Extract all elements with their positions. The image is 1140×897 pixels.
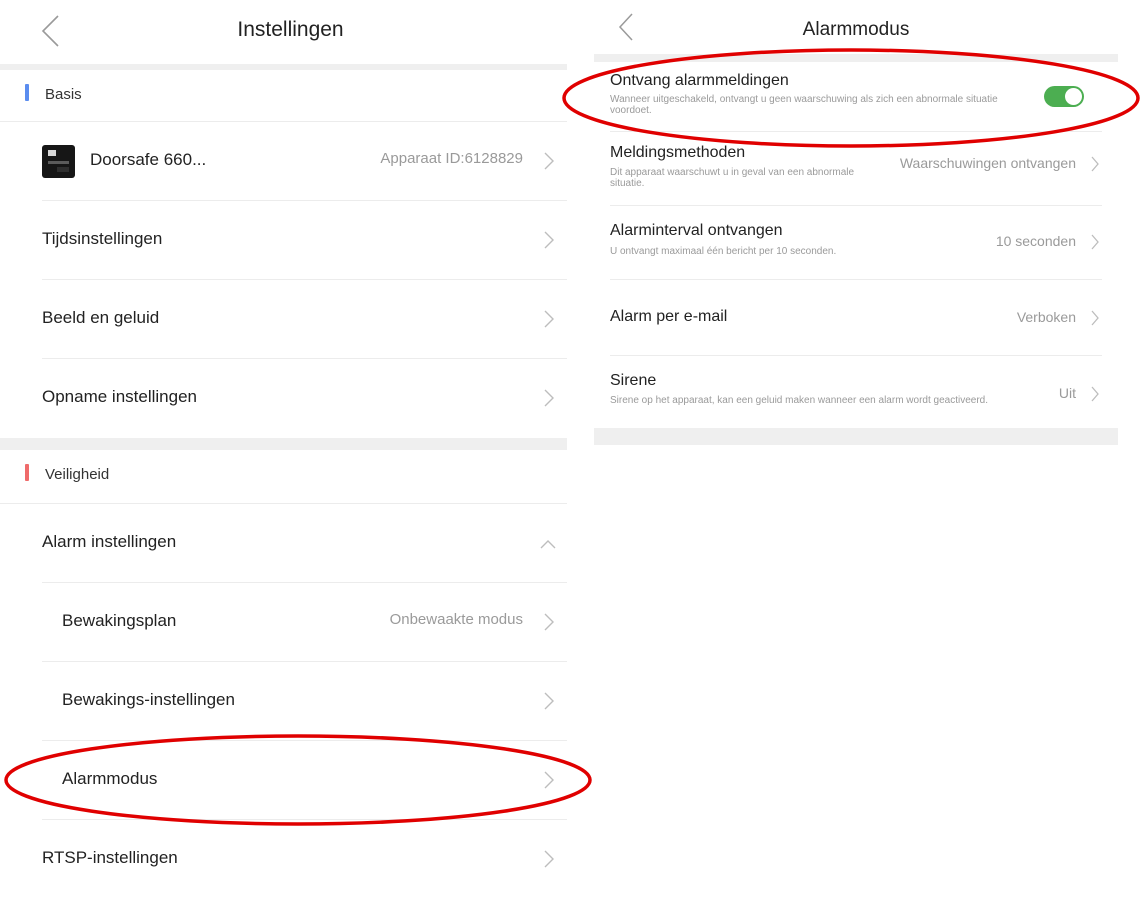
alarmmodus-panel: Alarmmodus Ontvang alarmmeldingen Wannee… xyxy=(594,0,1118,455)
section-label: Veiligheid xyxy=(45,466,110,483)
row-label: Bewakingsplan xyxy=(62,611,177,630)
row-title: Sirene xyxy=(610,372,657,389)
section-marker xyxy=(25,84,29,101)
row-label: Tijdsinstellingen xyxy=(42,229,163,248)
device-thumbnail xyxy=(42,145,75,178)
row-alarminterval[interactable]: Alarminterval ontvangen U ontvangt maxim… xyxy=(610,206,1102,280)
row-value: Uit xyxy=(1058,385,1076,401)
row-description: Sirene op het apparaat, kan een geluid m… xyxy=(610,395,989,406)
row-label: Alarmmodus xyxy=(62,769,158,788)
chevron-right-icon xyxy=(544,613,554,631)
row-alarm-per-email[interactable]: Alarm per e-mail Verboken xyxy=(610,280,1102,356)
chevron-right-icon xyxy=(544,231,554,249)
row-value: Onbewaakte modus xyxy=(389,611,523,628)
row-value: 10 seconden xyxy=(995,233,1076,249)
chevron-right-icon xyxy=(544,389,554,407)
chevron-right-icon xyxy=(544,850,554,868)
chevron-right-icon xyxy=(1091,310,1099,326)
row-label: RTSP-instellingen xyxy=(42,848,178,867)
row-label: Bewakings-instellingen xyxy=(62,690,235,709)
device-name: Doorsafe 660... xyxy=(90,150,207,169)
section-veiligheid: Veiligheid xyxy=(0,450,567,504)
chevron-right-icon xyxy=(544,692,554,710)
page-title: Instellingen xyxy=(237,18,344,41)
section-marker xyxy=(25,464,29,481)
row-label: Beeld en geluid xyxy=(42,308,160,327)
row-value: Verboken xyxy=(1016,309,1076,325)
row-alarm-instellingen[interactable]: Alarm instellingen xyxy=(42,504,567,583)
row-label: Opname instellingen xyxy=(42,387,197,406)
settings-header: Instellingen xyxy=(0,0,581,64)
section-label: Basis xyxy=(45,86,82,103)
chevron-right-icon xyxy=(1091,234,1099,250)
section-basis: Basis xyxy=(0,70,567,122)
row-title: Alarm per e-mail xyxy=(610,308,728,325)
divider xyxy=(594,428,1118,445)
row-bewakings-instellingen[interactable]: Bewakings-instellingen xyxy=(42,662,567,741)
row-alarmmodus[interactable]: Alarmmodus xyxy=(42,741,567,820)
toggle-knob xyxy=(1065,88,1082,105)
row-receive-alarms: Ontvang alarmmeldingen Wanneer uitgescha… xyxy=(610,62,1102,132)
row-opname-instellingen[interactable]: Opname instellingen xyxy=(42,359,567,438)
chevron-right-icon xyxy=(1091,386,1099,402)
row-description: Dit apparaat waarschuwt u in geval van e… xyxy=(610,167,855,189)
chevron-right-icon xyxy=(544,152,554,170)
chevron-up-icon xyxy=(540,540,556,549)
row-value: Waarschuwingen ontvangen xyxy=(899,155,1076,171)
row-title: Ontvang alarmmeldingen xyxy=(610,72,789,89)
row-sirene[interactable]: Sirene Sirene op het apparaat, kan een g… xyxy=(610,356,1102,428)
row-tijdsinstellingen[interactable]: Tijdsinstellingen xyxy=(42,201,567,280)
row-meldingsmethoden[interactable]: Meldingsmethoden Dit apparaat waarschuwt… xyxy=(610,132,1102,206)
divider xyxy=(594,54,1118,62)
chevron-right-icon xyxy=(544,771,554,789)
device-row[interactable]: Doorsafe 660... Apparaat ID:6128829 xyxy=(42,122,567,201)
page-title: Alarmmodus xyxy=(802,19,910,40)
row-title: Alarminterval ontvangen xyxy=(610,222,783,239)
row-description: U ontvangt maximaal één bericht per 10 s… xyxy=(610,246,837,257)
row-description: Wanneer uitgeschakeld, ontvangt u geen w… xyxy=(610,94,998,116)
row-bewakingsplan[interactable]: Bewakingsplan Onbewaakte modus xyxy=(42,583,567,662)
row-rtsp-instellingen[interactable]: RTSP-instellingen xyxy=(42,820,567,897)
chevron-right-icon xyxy=(544,310,554,328)
divider xyxy=(0,438,567,450)
alarmmodus-header: Alarmmodus xyxy=(594,0,1118,54)
device-id: Apparaat ID:6128829 xyxy=(380,150,523,167)
receive-alarms-toggle[interactable] xyxy=(1044,86,1084,107)
row-beeld-en-geluid[interactable]: Beeld en geluid xyxy=(42,280,567,359)
row-title: Meldingsmethoden xyxy=(610,144,746,161)
row-label: Alarm instellingen xyxy=(42,532,177,551)
chevron-right-icon xyxy=(1091,156,1099,172)
settings-panel: Instellingen Basis Doorsafe 660... Appar… xyxy=(0,0,581,897)
